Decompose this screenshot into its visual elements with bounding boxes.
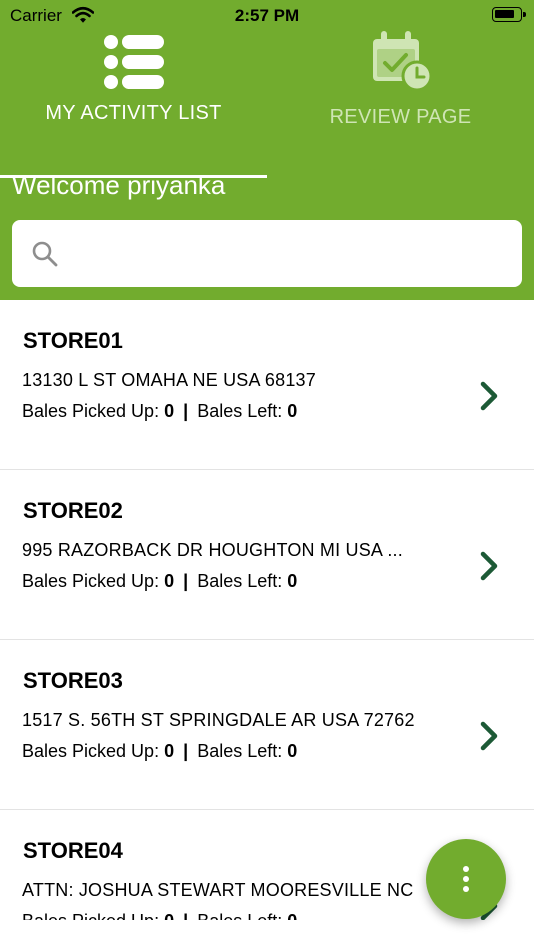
- store-name: STORE01: [23, 328, 123, 353]
- tab-review-page[interactable]: REVIEW PAGE: [267, 30, 534, 148]
- bales-picked-label: Bales Picked Up:: [22, 911, 159, 920]
- list-icon: [103, 35, 164, 89]
- calendar-clock-icon: [372, 31, 432, 92]
- store-address: 13130 L ST OMAHA NE USA 68137: [22, 370, 316, 390]
- bales-picked-label: Bales Picked Up:: [22, 571, 160, 591]
- app-header: Carrier 2:57 PM MY ACTIVITY LIST REVIEW …: [0, 0, 534, 300]
- store-row[interactable]: STORE02 995 RAZORBACK DR HOUGHTON MI USA…: [0, 470, 534, 640]
- chevron-right-icon[interactable]: [478, 720, 500, 752]
- battery-icon: [492, 7, 526, 22]
- bales-picked-value: 0: [164, 571, 175, 591]
- bottom-safe-area: [0, 920, 534, 950]
- welcome-message: Welcome priyanka: [12, 170, 226, 200]
- store-row[interactable]: STORE03 1517 S. 56TH ST SPRINGDALE AR US…: [0, 640, 534, 810]
- bales-left-label: Bales Left:: [197, 741, 283, 761]
- more-vertical-icon: [463, 866, 469, 892]
- store-address: 995 RAZORBACK DR HOUGHTON MI USA ...: [22, 540, 403, 560]
- bales-left-value: 0: [287, 571, 298, 591]
- search-icon: [32, 241, 58, 267]
- bales-stats: Bales Picked Up: 0 | Bales Left: 0: [22, 571, 297, 592]
- bales-stats: Bales Picked Up: 0 | Bales Left: 0: [22, 401, 297, 422]
- bales-picked-label: Bales Picked Up:: [22, 741, 160, 761]
- stats-separator: |: [183, 401, 189, 421]
- bales-stats: Bales Picked Up: 0 | Bales Left: 0: [22, 911, 297, 920]
- bales-stats: Bales Picked Up: 0 | Bales Left: 0: [22, 741, 297, 762]
- stats-separator: |: [183, 571, 189, 591]
- bales-left-label: Bales Left:: [197, 911, 282, 920]
- tab-my-activity-list[interactable]: MY ACTIVITY LIST: [0, 30, 267, 178]
- more-options-button[interactable]: [426, 839, 506, 919]
- bales-left-value: 0: [287, 401, 298, 421]
- store-list: STORE01 13130 L ST OMAHA NE USA 68137 Ba…: [0, 300, 534, 920]
- bales-picked-value: 0: [164, 911, 174, 920]
- bales-left-label: Bales Left:: [197, 571, 283, 591]
- store-name: STORE04: [23, 838, 123, 863]
- store-address: 1517 S. 56TH ST SPRINGDALE AR USA 72762: [22, 710, 415, 730]
- store-row[interactable]: STORE01 13130 L ST OMAHA NE USA 68137 Ba…: [0, 300, 534, 470]
- store-address: ATTN: JOSHUA STEWART MOORESVILLE NC: [22, 880, 414, 900]
- chevron-right-icon[interactable]: [478, 550, 500, 582]
- store-name: STORE03: [23, 668, 123, 693]
- stats-separator: |: [183, 911, 188, 920]
- chevron-right-icon[interactable]: [478, 380, 500, 412]
- store-name: STORE02: [23, 498, 123, 523]
- status-bar: Carrier 2:57 PM: [0, 0, 534, 32]
- bales-left-value: 0: [287, 741, 298, 761]
- search-input[interactable]: [12, 220, 522, 287]
- bales-left-label: Bales Left:: [197, 401, 283, 421]
- tab-label: REVIEW PAGE: [329, 106, 472, 128]
- bales-left-value: 0: [287, 911, 297, 920]
- stats-separator: |: [183, 741, 189, 761]
- bales-picked-value: 0: [164, 741, 175, 761]
- status-time: 2:57 PM: [234, 6, 300, 25]
- bales-picked-label: Bales Picked Up:: [22, 401, 160, 421]
- bales-picked-value: 0: [164, 401, 175, 421]
- tab-label: MY ACTIVITY LIST: [45, 102, 222, 124]
